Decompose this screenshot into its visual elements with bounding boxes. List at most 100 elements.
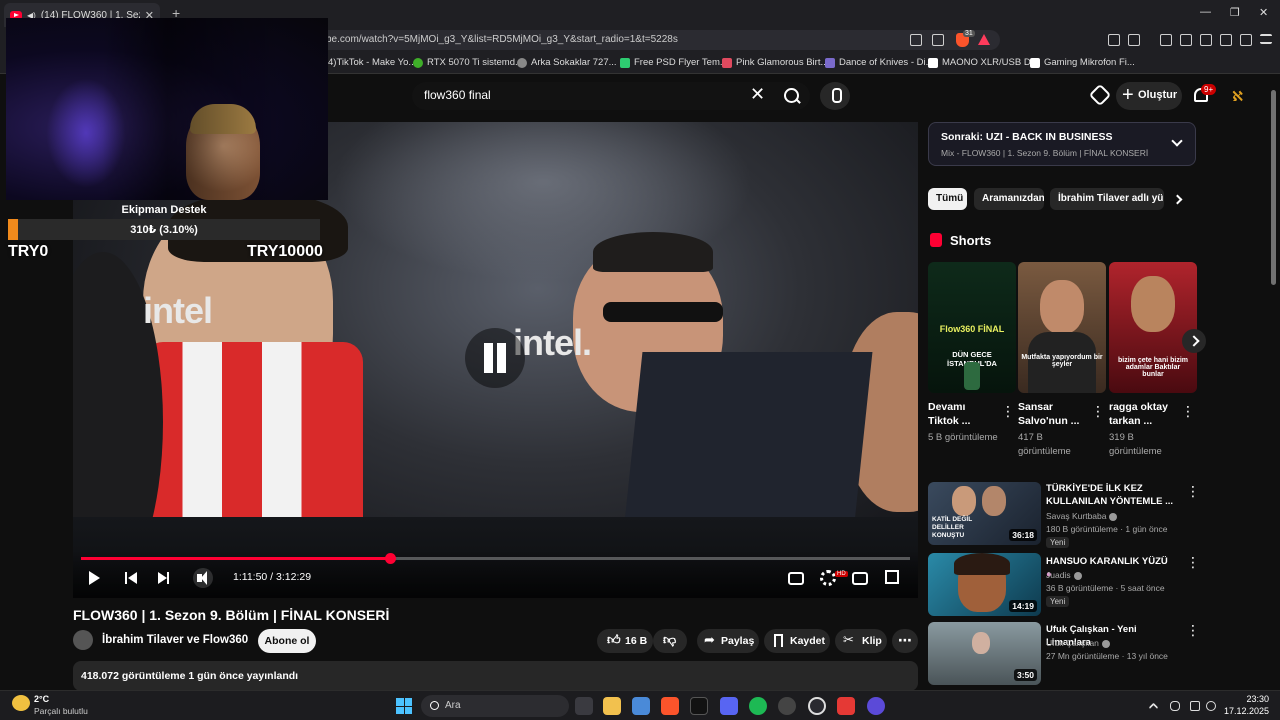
short-title[interactable]: ragga oktay tarkan ... xyxy=(1109,400,1179,428)
clear-search-icon[interactable]: ✕ xyxy=(750,84,765,105)
fullscreen-icon[interactable] xyxy=(885,570,899,584)
like-button[interactable]: 👍︎ 16 B xyxy=(597,629,653,653)
scrubber-handle[interactable] xyxy=(385,553,397,564)
tray-overflow-icon[interactable] xyxy=(1148,702,1159,713)
save-button[interactable]: Kaydet xyxy=(764,629,830,653)
bookmark-item[interactable]: Arka Sokaklar 727... xyxy=(517,57,617,68)
chevron-right-icon[interactable] xyxy=(1172,194,1183,205)
more-actions-button[interactable]: ⋯ xyxy=(892,629,918,653)
up-next-panel[interactable]: Sonraki: UZI - BACK IN BUSINESS Mix - FL… xyxy=(928,122,1196,166)
chip-channel-uploads[interactable]: İbrahim Tilaver adlı yükle xyxy=(1050,188,1164,210)
short-thumbnail[interactable]: bizim çete hani bizim adamlar Baktılar b… xyxy=(1109,262,1197,393)
dislike-button[interactable]: 👎︎ xyxy=(653,629,687,653)
clock-time[interactable]: 23:30 xyxy=(1229,694,1269,704)
close-window-icon[interactable]: ✕ xyxy=(1259,6,1268,19)
short-thumbnail[interactable]: Flow360 FİNAL DÜN GECE İSTANBUL'DA xyxy=(928,262,1016,393)
weather-icon[interactable] xyxy=(12,695,30,711)
menu-icon[interactable] xyxy=(1260,34,1272,44)
create-button[interactable]: Oluştur xyxy=(1116,82,1182,110)
subtitles-icon[interactable] xyxy=(788,572,804,585)
clip-button[interactable]: ✂ Klip xyxy=(835,629,887,653)
wallet-icon[interactable] xyxy=(1200,34,1212,46)
sidebar-icon[interactable] xyxy=(1180,34,1192,46)
short-title[interactable]: Sansar Salvo'nun ... xyxy=(1018,400,1088,428)
bookmark-item[interactable]: RTX 5070 Ti sistemd... xyxy=(413,57,523,68)
bookmark-item[interactable]: Gaming Mikrofon Fi... xyxy=(1030,57,1135,68)
hd-badge: HD xyxy=(835,571,848,577)
vpn-icon[interactable] xyxy=(1240,34,1252,46)
streaming-app-icon[interactable] xyxy=(837,697,855,715)
shorts-next-button[interactable] xyxy=(1182,329,1206,353)
channel-name[interactable]: Juadis xyxy=(1046,570,1082,580)
pause-overlay-icon[interactable] xyxy=(465,328,525,388)
activity-icon[interactable] xyxy=(1088,83,1112,107)
discord-icon[interactable] xyxy=(720,697,738,715)
settings-gear-icon[interactable] xyxy=(820,570,836,586)
bookmark-item[interactable]: 4)TikTok - Make Yo... xyxy=(328,57,416,68)
channel-name[interactable]: Savaş Kurtbaba xyxy=(1046,511,1118,521)
more-options-icon[interactable] xyxy=(1186,554,1200,571)
chip-all[interactable]: Tümü xyxy=(928,188,967,210)
brave-taskbar-icon[interactable] xyxy=(661,697,679,715)
spotify-icon[interactable] xyxy=(749,697,767,715)
cast-icon[interactable] xyxy=(910,34,922,46)
more-options-icon[interactable] xyxy=(1181,403,1195,420)
obs-icon[interactable] xyxy=(867,697,885,715)
video-title-link[interactable]: TÜRKİYE'DE İLK KEZ KULLANILAN YÖNTEMLE .… xyxy=(1046,482,1176,508)
screenshot-icon[interactable] xyxy=(1128,34,1140,46)
channel-avatar[interactable] xyxy=(73,630,93,650)
next-icon[interactable] xyxy=(153,568,173,588)
task-view-icon[interactable] xyxy=(575,697,593,715)
weather-description[interactable]: Parçalı bulutlu xyxy=(34,706,88,716)
leo-ai-icon[interactable] xyxy=(1220,34,1232,46)
bookmark-item[interactable]: Dance of Knives - Di... xyxy=(825,57,934,68)
video-thumbnail[interactable]: KATİL DEĞİL DELİLLER KONUŞTU 36:18 xyxy=(928,482,1041,545)
file-explorer-icon[interactable] xyxy=(603,697,621,715)
search-icon[interactable] xyxy=(774,82,810,110)
bookmark-item[interactable]: Pink Glamorous Birt... xyxy=(722,57,828,68)
settings-taskbar-icon[interactable] xyxy=(808,697,826,715)
extensions-icon[interactable] xyxy=(1108,34,1120,46)
channel-name[interactable]: İbrahim Tilaver ve Flow360 xyxy=(102,634,248,646)
bookmark-item[interactable]: MAONO XLR/USB D... xyxy=(928,57,1039,68)
music-icon[interactable] xyxy=(1160,34,1172,46)
video-thumbnail[interactable]: 3:50 xyxy=(928,622,1041,685)
steam-taskbar-icon[interactable] xyxy=(778,697,796,715)
store-icon[interactable] xyxy=(632,697,650,715)
more-options-icon[interactable] xyxy=(1091,403,1105,420)
subscribe-button[interactable]: Abone ol xyxy=(258,629,316,653)
clock-date[interactable]: 17.12.2025 xyxy=(1215,706,1269,716)
previous-icon[interactable] xyxy=(121,568,141,588)
address-bar[interactable]: be.com/watch?v=5MjMOi_g3_Y&list=RD5MjMOi… xyxy=(300,30,1000,50)
restore-icon[interactable]: ❐ xyxy=(1230,6,1240,19)
tray-network-icon[interactable] xyxy=(1190,701,1200,711)
channel-name[interactable]: Ufuk Çalışkan xyxy=(1046,638,1110,648)
share-page-icon[interactable] xyxy=(932,34,944,46)
share-button[interactable]: ➦ Paylaş xyxy=(697,629,759,653)
description-box[interactable]: 418.072 görüntüleme 1 gün önce yayınland… xyxy=(73,661,918,691)
chevron-down-icon[interactable] xyxy=(1171,135,1183,147)
theater-mode-icon[interactable] xyxy=(852,572,868,585)
account-avatar-icon[interactable]: ℵ xyxy=(1232,88,1243,105)
bookmark-item[interactable]: Free PSD Flyer Tem... xyxy=(620,57,728,68)
chip-from-search[interactable]: Aramanızdan xyxy=(974,188,1044,210)
microphone-icon[interactable] xyxy=(820,82,850,110)
brave-rewards-icon[interactable] xyxy=(978,34,990,45)
start-menu-icon[interactable] xyxy=(396,698,412,714)
play-icon[interactable] xyxy=(84,568,104,588)
weather-temperature[interactable]: 2°C xyxy=(34,694,49,704)
taskbar-search[interactable]: Ara xyxy=(421,695,569,717)
volume-icon[interactable] xyxy=(193,568,213,588)
more-options-icon[interactable] xyxy=(1001,403,1015,420)
video-thumbnail[interactable]: 14:19 xyxy=(928,553,1041,616)
short-title[interactable]: Devamı Tiktok ... xyxy=(928,400,998,428)
short-thumbnail[interactable]: Mutfakta yapıyordum bir şeyler xyxy=(1018,262,1106,393)
video-meta: 180 B görüntüleme · 1 gün önce xyxy=(1046,524,1168,534)
progress-bar[interactable] xyxy=(81,553,910,564)
more-options-icon[interactable] xyxy=(1186,622,1200,639)
next-app-icon[interactable] xyxy=(690,697,708,715)
minimize-icon[interactable]: — xyxy=(1200,6,1211,18)
page-scrollbar[interactable] xyxy=(1271,90,1276,285)
tray-mic-icon[interactable] xyxy=(1170,701,1180,711)
more-options-icon[interactable] xyxy=(1186,483,1200,500)
